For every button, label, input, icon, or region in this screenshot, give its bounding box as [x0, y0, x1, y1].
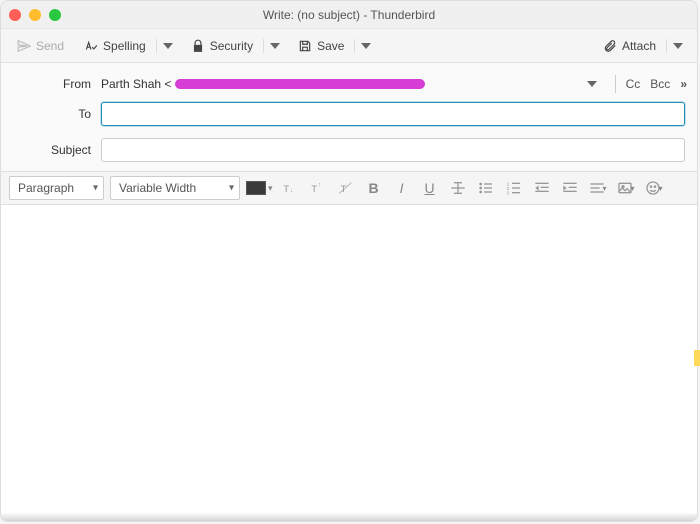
emoji-button[interactable]: ▾ — [643, 177, 665, 199]
send-icon — [17, 39, 31, 53]
maximize-button[interactable] — [49, 9, 61, 21]
svg-text:3: 3 — [506, 191, 509, 196]
format-toolbar: Paragraph ▾ Variable Width ▾ ▾ T↓ T↑ T B… — [1, 171, 697, 205]
send-label: Send — [36, 39, 64, 53]
security-dropdown[interactable] — [263, 39, 286, 53]
text-color-button[interactable]: ▾ — [246, 181, 273, 195]
lock-icon — [191, 39, 205, 53]
save-split: Save — [290, 35, 377, 57]
spelling-split: Spelling — [76, 35, 179, 57]
minimize-button[interactable] — [29, 9, 41, 21]
attach-split: Attach — [595, 35, 689, 57]
bold-button[interactable]: B — [363, 177, 385, 199]
subject-input[interactable] — [101, 138, 685, 162]
close-button[interactable] — [9, 9, 21, 21]
number-list-button[interactable]: 123 — [503, 177, 525, 199]
svg-text:T: T — [283, 184, 289, 194]
font-select-wrap: Variable Width ▾ — [110, 176, 240, 200]
decrease-font-button[interactable]: T↓ — [279, 177, 301, 199]
bottom-shadow — [1, 513, 697, 521]
subject-label: Subject — [13, 143, 91, 157]
from-right-controls: Cc Bcc » — [579, 75, 685, 93]
attach-label: Attach — [622, 39, 656, 53]
spelling-button[interactable]: Spelling — [76, 35, 154, 57]
save-dropdown[interactable] — [354, 39, 377, 53]
insert-image-button[interactable]: ▾ — [615, 177, 637, 199]
increase-font-button[interactable]: T↑ — [307, 177, 329, 199]
to-row: To — [13, 99, 685, 129]
security-split: Security — [183, 35, 286, 57]
from-row: From Parth Shah < Cc Bcc » — [13, 69, 685, 99]
from-redacted — [175, 79, 425, 89]
address-area: From Parth Shah < Cc Bcc » To Subject — [1, 63, 697, 171]
indent-button[interactable] — [559, 177, 581, 199]
bcc-button[interactable]: Bcc — [650, 77, 670, 91]
remove-format-button[interactable]: T — [335, 177, 357, 199]
strike-button[interactable] — [447, 177, 469, 199]
paperclip-icon — [603, 39, 617, 53]
attach-button[interactable]: Attach — [595, 35, 664, 57]
chevron-down-icon: ▾ — [603, 184, 607, 193]
to-label: To — [13, 107, 91, 121]
chevron-down-icon: ▾ — [659, 184, 663, 193]
outdent-button[interactable] — [531, 177, 553, 199]
chevron-down-icon: ▾ — [268, 183, 273, 194]
main-toolbar: Send Spelling Security — [1, 29, 697, 63]
annotation-marker — [694, 350, 698, 366]
spelling-icon — [84, 39, 98, 53]
align-button[interactable]: ▾ — [587, 177, 609, 199]
chevron-down-icon: ▾ — [631, 184, 635, 193]
security-button[interactable]: Security — [183, 35, 261, 57]
subject-row: Subject — [13, 135, 685, 165]
more-recipients-button[interactable]: » — [680, 77, 685, 91]
from-name: Parth Shah < — [101, 77, 171, 91]
italic-button[interactable]: I — [391, 177, 413, 199]
window-title: Write: (no subject) - Thunderbird — [1, 8, 697, 22]
font-select[interactable]: Variable Width — [110, 176, 240, 200]
svg-text:↑: ↑ — [318, 183, 321, 189]
save-icon — [298, 39, 312, 53]
compose-window: Write: (no subject) - Thunderbird Send S… — [0, 0, 698, 522]
svg-text:T: T — [311, 184, 317, 194]
cc-button[interactable]: Cc — [626, 77, 641, 91]
message-body[interactable] — [1, 205, 697, 513]
save-button[interactable]: Save — [290, 35, 352, 57]
spelling-label: Spelling — [103, 39, 146, 53]
titlebar: Write: (no subject) - Thunderbird — [1, 1, 697, 29]
from-dropdown[interactable] — [579, 77, 605, 91]
underline-button[interactable]: U — [419, 177, 441, 199]
from-label: From — [13, 77, 91, 91]
bullet-list-button[interactable] — [475, 177, 497, 199]
window-controls — [9, 9, 61, 21]
divider — [615, 75, 616, 93]
from-value[interactable]: Parth Shah < — [101, 77, 569, 91]
paragraph-select[interactable]: Paragraph — [9, 176, 104, 200]
send-button[interactable]: Send — [9, 35, 72, 57]
save-label: Save — [317, 39, 344, 53]
security-label: Security — [210, 39, 253, 53]
svg-text:T: T — [340, 184, 346, 194]
attach-dropdown[interactable] — [666, 39, 689, 53]
to-input[interactable] — [101, 102, 685, 126]
spelling-dropdown[interactable] — [156, 39, 179, 53]
color-swatch-icon — [246, 181, 266, 195]
paragraph-select-wrap: Paragraph ▾ — [9, 176, 104, 200]
svg-text:↓: ↓ — [290, 188, 293, 194]
